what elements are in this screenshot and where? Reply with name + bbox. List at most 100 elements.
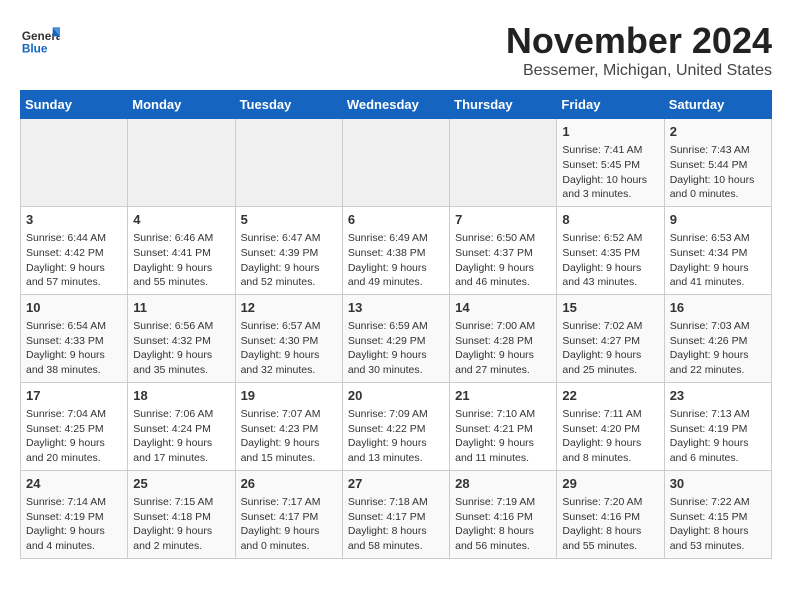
calendar-cell: 27Sunrise: 7:18 AMSunset: 4:17 PMDayligh… bbox=[342, 470, 449, 558]
daylight-text: Daylight: 9 hours and 25 minutes. bbox=[562, 348, 658, 377]
calendar-cell: 29Sunrise: 7:20 AMSunset: 4:16 PMDayligh… bbox=[557, 470, 664, 558]
sunset-text: Sunset: 4:24 PM bbox=[133, 422, 229, 437]
calendar-cell: 14Sunrise: 7:00 AMSunset: 4:28 PMDayligh… bbox=[450, 294, 557, 382]
sunrise-text: Sunrise: 7:07 AM bbox=[241, 407, 337, 422]
day-number: 15 bbox=[562, 299, 658, 317]
daylight-text: Daylight: 9 hours and 6 minutes. bbox=[670, 436, 766, 465]
sunrise-text: Sunrise: 7:17 AM bbox=[241, 495, 337, 510]
daylight-text: Daylight: 9 hours and 2 minutes. bbox=[133, 524, 229, 553]
sunrise-text: Sunrise: 7:02 AM bbox=[562, 319, 658, 334]
calendar-cell: 7Sunrise: 6:50 AMSunset: 4:37 PMDaylight… bbox=[450, 206, 557, 294]
sunset-text: Sunset: 4:16 PM bbox=[562, 510, 658, 525]
sunrise-text: Sunrise: 6:44 AM bbox=[26, 231, 122, 246]
sunrise-text: Sunrise: 6:57 AM bbox=[241, 319, 337, 334]
calendar-cell: 28Sunrise: 7:19 AMSunset: 4:16 PMDayligh… bbox=[450, 470, 557, 558]
calendar-cell bbox=[235, 119, 342, 207]
sunset-text: Sunset: 4:30 PM bbox=[241, 334, 337, 349]
sunset-text: Sunset: 4:38 PM bbox=[348, 246, 444, 261]
calendar-cell: 1Sunrise: 7:41 AMSunset: 5:45 PMDaylight… bbox=[557, 119, 664, 207]
daylight-text: Daylight: 9 hours and 41 minutes. bbox=[670, 261, 766, 290]
sunset-text: Sunset: 4:21 PM bbox=[455, 422, 551, 437]
sunset-text: Sunset: 4:19 PM bbox=[26, 510, 122, 525]
calendar-cell: 18Sunrise: 7:06 AMSunset: 4:24 PMDayligh… bbox=[128, 382, 235, 470]
sunrise-text: Sunrise: 7:06 AM bbox=[133, 407, 229, 422]
daylight-text: Daylight: 8 hours and 55 minutes. bbox=[562, 524, 658, 553]
calendar-cell: 20Sunrise: 7:09 AMSunset: 4:22 PMDayligh… bbox=[342, 382, 449, 470]
weekday-header-wednesday: Wednesday bbox=[342, 91, 449, 119]
daylight-text: Daylight: 9 hours and 49 minutes. bbox=[348, 261, 444, 290]
day-number: 10 bbox=[26, 299, 122, 317]
weekday-header-thursday: Thursday bbox=[450, 91, 557, 119]
calendar-cell: 6Sunrise: 6:49 AMSunset: 4:38 PMDaylight… bbox=[342, 206, 449, 294]
day-number: 3 bbox=[26, 211, 122, 229]
calendar-cell: 4Sunrise: 6:46 AMSunset: 4:41 PMDaylight… bbox=[128, 206, 235, 294]
daylight-text: Daylight: 9 hours and 55 minutes. bbox=[133, 261, 229, 290]
daylight-text: Daylight: 9 hours and 13 minutes. bbox=[348, 436, 444, 465]
day-number: 22 bbox=[562, 387, 658, 405]
day-number: 20 bbox=[348, 387, 444, 405]
daylight-text: Daylight: 8 hours and 58 minutes. bbox=[348, 524, 444, 553]
day-number: 24 bbox=[26, 475, 122, 493]
calendar-cell: 16Sunrise: 7:03 AMSunset: 4:26 PMDayligh… bbox=[664, 294, 771, 382]
daylight-text: Daylight: 8 hours and 56 minutes. bbox=[455, 524, 551, 553]
calendar-cell: 19Sunrise: 7:07 AMSunset: 4:23 PMDayligh… bbox=[235, 382, 342, 470]
daylight-text: Daylight: 9 hours and 52 minutes. bbox=[241, 261, 337, 290]
day-number: 29 bbox=[562, 475, 658, 493]
sunset-text: Sunset: 4:34 PM bbox=[670, 246, 766, 261]
calendar-cell: 24 Sunrise: 7:14 AMSunset: 4:19 PMDayligh… bbox=[21, 470, 128, 558]
title-area: November 2024 Bessemer, Michigan, United… bbox=[506, 20, 772, 80]
calendar-cell: 26Sunrise: 7:17 AMSunset: 4:17 PMDayligh… bbox=[235, 470, 342, 558]
day-number: 11 bbox=[133, 299, 229, 317]
weekday-header-saturday: Saturday bbox=[664, 91, 771, 119]
sunset-text: Sunset: 4:22 PM bbox=[348, 422, 444, 437]
weekday-header-row: SundayMondayTuesdayWednesdayThursdayFrid… bbox=[21, 91, 772, 119]
sunset-text: Sunset: 4:35 PM bbox=[562, 246, 658, 261]
day-number: 28 bbox=[455, 475, 551, 493]
calendar-week-row: 3Sunrise: 6:44 AMSunset: 4:42 PMDaylight… bbox=[21, 206, 772, 294]
sunset-text: Sunset: 4:17 PM bbox=[348, 510, 444, 525]
sunrise-text: Sunrise: 7:18 AM bbox=[348, 495, 444, 510]
day-number: 7 bbox=[455, 211, 551, 229]
daylight-text: Daylight: 9 hours and 46 minutes. bbox=[455, 261, 551, 290]
day-number: 23 bbox=[670, 387, 766, 405]
daylight-text: Daylight: 9 hours and 11 minutes. bbox=[455, 436, 551, 465]
location-title: Bessemer, Michigan, United States bbox=[506, 62, 772, 80]
calendar-cell bbox=[450, 119, 557, 207]
calendar-week-row: 24Sunrise: 7:14 AMSunset: 4:19 PMDayligh… bbox=[21, 470, 772, 558]
calendar-cell: 22Sunrise: 7:11 AMSunset: 4:20 PMDayligh… bbox=[557, 382, 664, 470]
calendar-cell: 10Sunrise: 6:54 AMSunset: 4:33 PMDayligh… bbox=[21, 294, 128, 382]
day-number: 16 bbox=[670, 299, 766, 317]
sunrise-text: Sunrise: 7:14 AM bbox=[26, 495, 122, 510]
day-number: 14 bbox=[455, 299, 551, 317]
sunset-text: Sunset: 4:42 PM bbox=[26, 246, 122, 261]
calendar-week-row: 10Sunrise: 6:54 AMSunset: 4:33 PMDayligh… bbox=[21, 294, 772, 382]
daylight-text: Daylight: 9 hours and 4 minutes. bbox=[26, 524, 122, 553]
calendar-week-row: 17Sunrise: 7:04 AMSunset: 4:25 PMDayligh… bbox=[21, 382, 772, 470]
sunrise-text: Sunrise: 7:41 AM bbox=[562, 143, 658, 158]
day-number: 5 bbox=[241, 211, 337, 229]
daylight-text: Daylight: 9 hours and 57 minutes. bbox=[26, 261, 122, 290]
sunset-text: Sunset: 5:45 PM bbox=[562, 158, 658, 173]
sunset-text: Sunset: 4:19 PM bbox=[670, 422, 766, 437]
sunset-text: Sunset: 5:44 PM bbox=[670, 158, 766, 173]
daylight-text: Daylight: 9 hours and 0 minutes. bbox=[241, 524, 337, 553]
daylight-text: Daylight: 9 hours and 32 minutes. bbox=[241, 348, 337, 377]
daylight-text: Daylight: 10 hours and 0 minutes. bbox=[670, 173, 766, 202]
weekday-header-sunday: Sunday bbox=[21, 91, 128, 119]
day-number: 25 bbox=[133, 475, 229, 493]
calendar-cell bbox=[342, 119, 449, 207]
sunset-text: Sunset: 4:16 PM bbox=[455, 510, 551, 525]
sunrise-text: Sunrise: 6:50 AM bbox=[455, 231, 551, 246]
weekday-header-monday: Monday bbox=[128, 91, 235, 119]
weekday-header-friday: Friday bbox=[557, 91, 664, 119]
sunset-text: Sunset: 4:15 PM bbox=[670, 510, 766, 525]
sunset-text: Sunset: 4:17 PM bbox=[241, 510, 337, 525]
day-number: 2 bbox=[670, 123, 766, 141]
sunset-text: Sunset: 4:39 PM bbox=[241, 246, 337, 261]
daylight-text: Daylight: 9 hours and 30 minutes. bbox=[348, 348, 444, 377]
sunrise-text: Sunrise: 6:53 AM bbox=[670, 231, 766, 246]
sunrise-text: Sunrise: 7:04 AM bbox=[26, 407, 122, 422]
calendar-week-row: 1Sunrise: 7:41 AMSunset: 5:45 PMDaylight… bbox=[21, 119, 772, 207]
daylight-text: Daylight: 9 hours and 17 minutes. bbox=[133, 436, 229, 465]
sunset-text: Sunset: 4:23 PM bbox=[241, 422, 337, 437]
